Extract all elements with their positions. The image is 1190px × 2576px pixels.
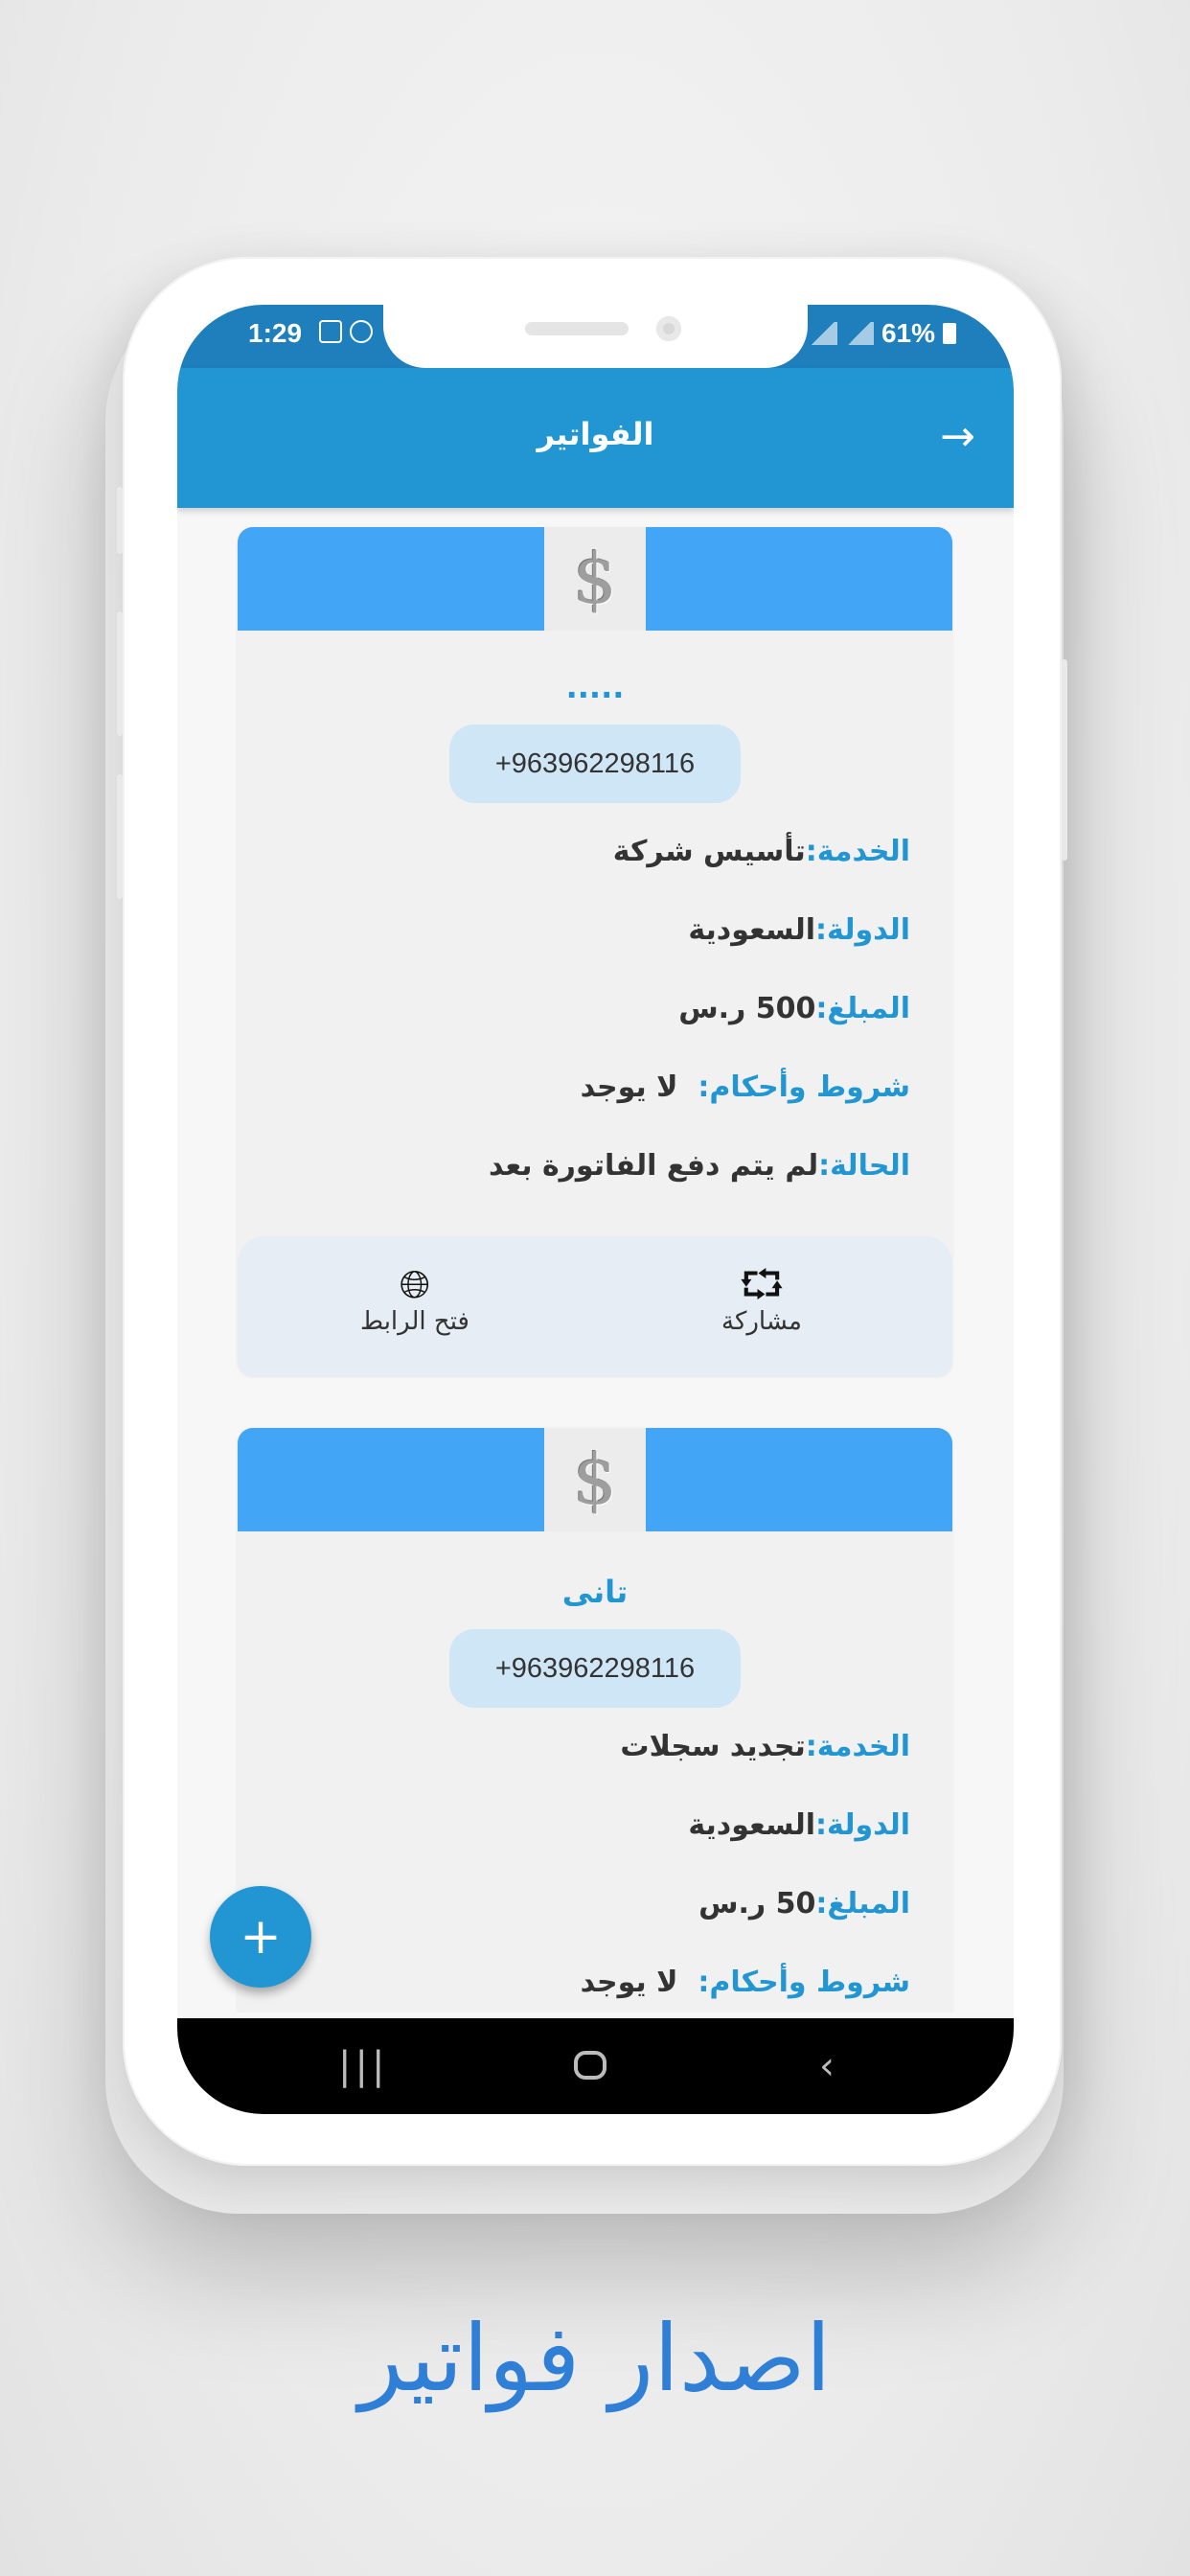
field-value: السعودية [688,1808,816,1842]
battery-icon [943,323,956,344]
side-button [117,611,123,736]
phone-number-chip[interactable]: +963962298116 [449,1629,741,1708]
share-icon: ⮔ [739,1263,785,1307]
invoice-card: $ تانى +963962298116 الخدمة:تجديد سجلات … [238,1428,952,2012]
field-country: الدولة:السعودية [238,1786,952,1865]
field-amount: المبلغ:500 ر.س [238,970,952,1048]
field-label: الحالة: [818,1149,910,1183]
page-title: الفواتير [537,416,654,452]
field-status: الحالة:لم يتم دفع الفاتورة بعد [238,1127,952,1206]
field-value: 500 ر.س [678,992,816,1025]
field-country: الدولة:السعودية [238,891,952,970]
share-button[interactable]: ⮔ مشاركة [680,1263,843,1336]
field-terms: شروط وأحكام: لا يوجد [238,1944,952,2012]
field-service: الخدمة:تجديد سجلات [238,1708,952,1786]
invoice-client-name: ..... [565,669,625,705]
side-button [117,487,123,554]
status-time: 1:29 [248,318,303,348]
field-amount: المبلغ:50 ر.س [238,1865,952,1944]
signal-icon [808,322,837,345]
recent-apps-icon[interactable]: ||| [338,2047,388,2085]
field-value: السعودية [688,913,816,947]
globe-icon: 🌐︎ [400,1263,430,1307]
status-bar: 1:29 61% [177,305,1014,368]
card-actions: ⮔ مشاركة 🌐︎ فتح الرابط [238,1236,952,1376]
gallery-icon [319,320,342,343]
card-header: $ [238,527,952,631]
field-service: الخدمة:تأسيس شركة [238,813,952,891]
app-bar: الفواتير → [177,368,1014,508]
invoice-client-name: تانى [561,1574,629,1610]
field-label: الخدمة: [805,835,910,868]
invoice-list: $ ..... +963962298116 الخدمة:تأسيس شركة … [177,508,1014,2012]
field-value: تجديد سجلات [620,1730,806,1763]
arrow-right-icon[interactable]: → [940,416,975,458]
battery-percent: 61% [881,318,935,348]
field-label: الدولة: [815,1808,910,1842]
home-icon[interactable] [574,2051,606,2080]
field-value: تأسيس شركة [612,835,806,868]
notch [383,305,808,368]
field-value: لا يوجد [580,1966,678,1999]
phone-number-chip[interactable]: +963962298116 [449,724,741,803]
back-icon[interactable]: ‹ [819,2047,835,2085]
side-button [1062,659,1067,861]
field-label: المبلغ: [815,1887,910,1920]
open-link-button[interactable]: 🌐︎ فتح الرابط [333,1263,496,1336]
field-label: الدولة: [815,913,910,947]
dollar-icon: $ [544,1428,646,1531]
field-label: شروط وأحكام: [698,1070,910,1104]
field-label: الخدمة: [805,1730,910,1763]
status-notification-icons [319,320,373,343]
speaker-grille [525,322,629,335]
field-value: لا يوجد [580,1070,678,1104]
dollar-icon: $ [544,527,646,631]
open-link-label: فتح الرابط [360,1307,469,1336]
invoice-card: $ ..... +963962298116 الخدمة:تأسيس شركة … [238,527,952,1376]
field-terms: شروط وأحكام: لا يوجد [238,1048,952,1127]
system-nav-bar: ||| ‹ [177,2018,1014,2114]
front-camera [656,316,681,341]
app-notification-icon [350,320,373,343]
promo-caption: اصدار فواتير [358,2305,832,2412]
field-value: 50 ر.س [698,1887,816,1920]
field-label: المبلغ: [815,992,910,1025]
phone-screen: 1:29 61% الفواتير → $ ..... +96396229811… [177,305,1014,2114]
share-label: مشاركة [721,1307,802,1336]
side-button [117,774,123,899]
field-value: لم يتم دفع الفاتورة بعد [488,1149,819,1183]
status-right: 61% [808,318,956,349]
card-header: $ [238,1428,952,1531]
add-invoice-button[interactable]: + [210,1886,311,1988]
field-label: شروط وأحكام: [698,1966,910,1999]
signal-icon [844,322,874,345]
